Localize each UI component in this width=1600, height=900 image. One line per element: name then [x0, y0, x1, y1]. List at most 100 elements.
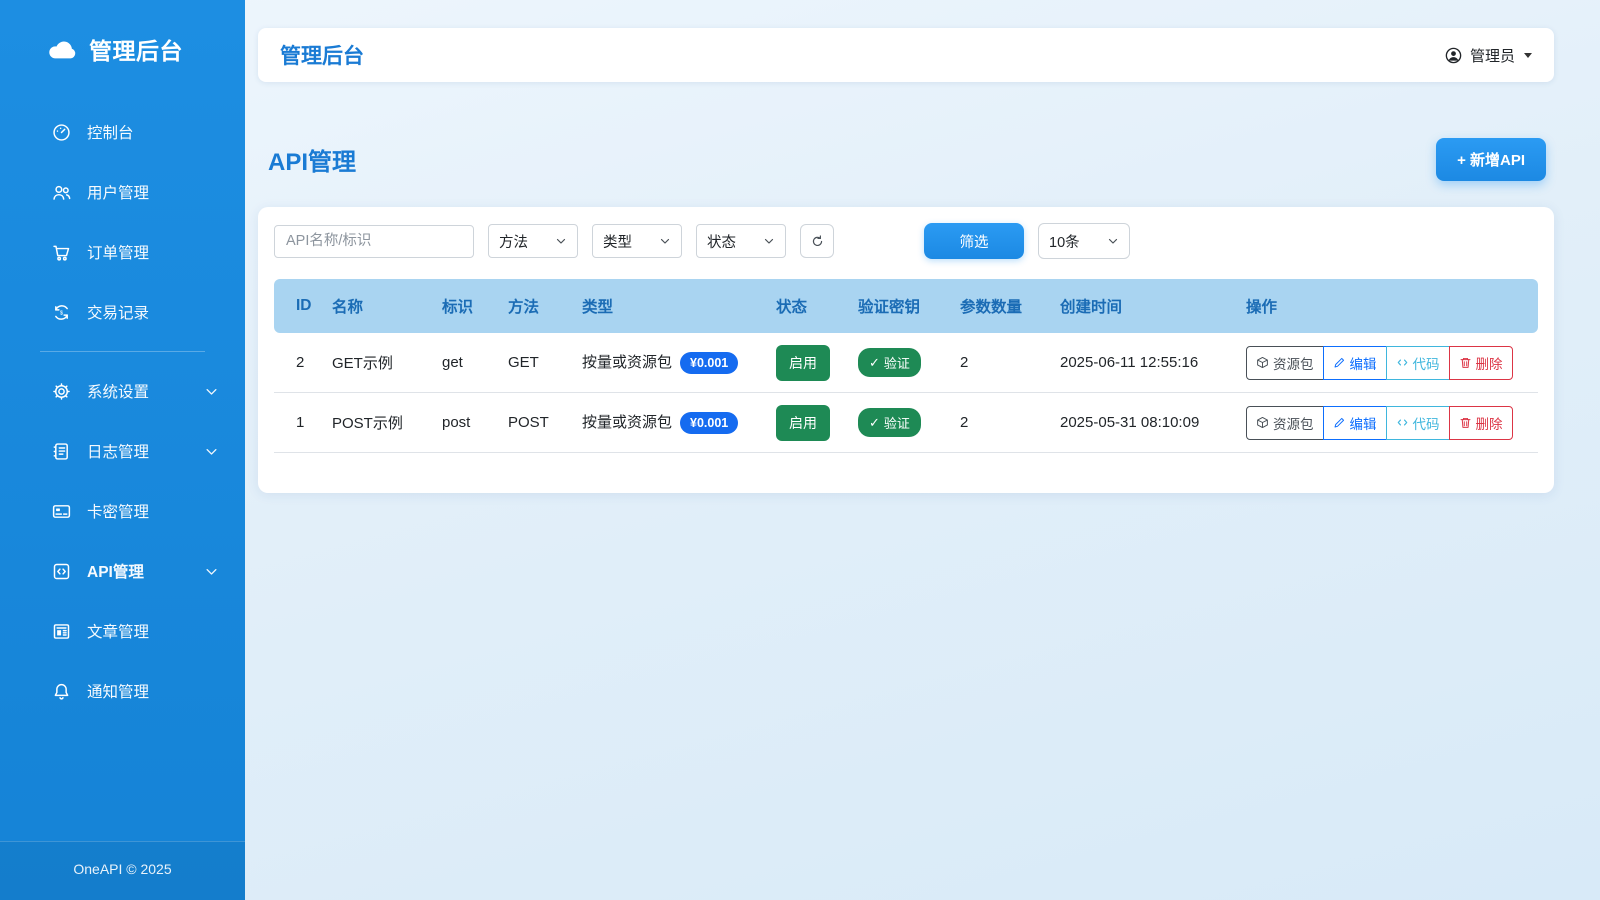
col-header-status: 状态 [768, 279, 850, 333]
user-menu[interactable]: 管理员 [1444, 45, 1532, 66]
sidebar-divider [40, 351, 205, 352]
cell-params: 2 [952, 333, 1052, 393]
sidebar-footer: OneAPI © 2025 [0, 841, 245, 900]
cell-params: 2 [952, 393, 1052, 453]
sidebar-item-label: 系统设置 [87, 380, 149, 402]
sidebar-item-label: 卡密管理 [87, 500, 149, 522]
cell-name: POST示例 [324, 393, 434, 453]
code-button[interactable]: 代码 [1386, 406, 1450, 440]
sidebar-item-users[interactable]: 用户管理 [0, 162, 245, 222]
sidebar-item-logs[interactable]: 日志管理 [0, 421, 245, 481]
refresh-button[interactable] [800, 224, 834, 258]
box-icon [1256, 356, 1269, 369]
cell-slug: post [434, 393, 500, 453]
type-select-value: 类型 [603, 231, 632, 252]
topbar-title: 管理后台 [280, 40, 364, 70]
pencil-icon [1333, 416, 1346, 429]
sidebar-item-api[interactable]: API管理 [0, 541, 245, 601]
col-header-id: ID [274, 279, 324, 333]
chevron-down-icon [204, 564, 219, 579]
code-label: 代码 [1413, 353, 1440, 373]
col-header-name: 名称 [324, 279, 434, 333]
refresh-icon [810, 234, 825, 249]
verify-label: 验证 [884, 353, 910, 372]
col-header-params: 参数数量 [952, 279, 1052, 333]
sidebar-item-transactions[interactable]: $ 交易记录 [0, 282, 245, 342]
edit-button[interactable]: 编辑 [1323, 406, 1387, 440]
table-row: 2 GET示例 get GET 按量或资源包¥0.001 启用 ✓验证 2 20… [274, 333, 1538, 393]
svg-text:$: $ [59, 310, 63, 316]
filter-button[interactable]: 筛选 [924, 223, 1024, 259]
cell-type: 按量或资源包 ¥0.001 [574, 393, 768, 453]
add-api-button[interactable]: + 新增API [1436, 138, 1546, 181]
package-button[interactable]: 资源包 [1246, 406, 1324, 440]
table-row: 1 POST示例 post POST 按量或资源包¥0.001 启用 ✓验证 2… [274, 393, 1538, 453]
chevron-down-icon [555, 235, 567, 247]
main-area: 管理后台 管理员 API管理 + 新增API 方法 类型 状态 [245, 0, 1600, 900]
delete-button[interactable]: 删除 [1449, 346, 1513, 380]
cell-id: 2 [274, 333, 324, 393]
content-card: 方法 类型 状态 筛选 10条 [258, 207, 1554, 493]
topbar: 管理后台 管理员 [258, 28, 1554, 82]
sidebar-item-label: 订单管理 [87, 241, 149, 263]
price-badge: ¥0.001 [680, 412, 738, 434]
package-button[interactable]: 资源包 [1246, 346, 1324, 380]
page-size-select[interactable]: 10条 [1038, 223, 1130, 259]
cell-created: 2025-06-11 12:55:16 [1052, 333, 1238, 393]
delete-label: 删除 [1476, 413, 1503, 433]
edit-label: 编辑 [1350, 353, 1377, 373]
article-icon [50, 620, 72, 642]
code-icon [1396, 416, 1409, 429]
cell-name: GET示例 [324, 333, 434, 393]
sidebar-item-label: 通知管理 [87, 680, 149, 702]
gear-icon [50, 380, 72, 402]
col-header-slug: 标识 [434, 279, 500, 333]
sidebar-item-dashboard[interactable]: 控制台 [0, 102, 245, 162]
status-select[interactable]: 状态 [696, 224, 786, 258]
cell-id: 1 [274, 393, 324, 453]
brand-title: 管理后台 [89, 32, 183, 66]
sidebar-item-cards[interactable]: 卡密管理 [0, 481, 245, 541]
status-badge[interactable]: 启用 [776, 405, 830, 441]
trash-icon [1459, 416, 1472, 429]
delete-button[interactable]: 删除 [1449, 406, 1513, 440]
delete-label: 删除 [1476, 353, 1503, 373]
app-logo: 管理后台 [0, 0, 245, 82]
cloud-logo-icon [44, 33, 80, 65]
col-header-actions: 操作 [1238, 279, 1538, 333]
cell-actions: 资源包 编辑 代码 删 [1238, 393, 1538, 453]
code-icon [1396, 356, 1409, 369]
sidebar-item-orders[interactable]: 订单管理 [0, 222, 245, 282]
method-select[interactable]: 方法 [488, 224, 578, 258]
users-icon [50, 181, 72, 203]
sidebar-item-notifications[interactable]: 通知管理 [0, 661, 245, 721]
cell-created: 2025-05-31 08:10:09 [1052, 393, 1238, 453]
col-header-type: 类型 [574, 279, 768, 333]
trash-icon [1459, 356, 1472, 369]
verify-badge[interactable]: ✓验证 [858, 348, 921, 377]
type-select[interactable]: 类型 [592, 224, 682, 258]
transaction-icon: $ [50, 301, 72, 323]
code-button[interactable]: 代码 [1386, 346, 1450, 380]
sidebar-item-label: 文章管理 [87, 620, 149, 642]
sidebar-item-label: 控制台 [87, 121, 134, 143]
package-label: 资源包 [1273, 353, 1314, 373]
page-title: API管理 [268, 142, 356, 177]
search-input[interactable] [274, 225, 474, 258]
sidebar-item-settings[interactable]: 系统设置 [0, 361, 245, 421]
filter-bar: 方法 类型 状态 筛选 10条 [274, 223, 1538, 259]
type-label: 按量或资源包 [582, 414, 672, 431]
cell-status: 启用 [768, 393, 850, 453]
sidebar-item-label: API管理 [87, 560, 144, 582]
code-label: 代码 [1413, 413, 1440, 433]
sidebar-item-label: 交易记录 [87, 301, 149, 323]
row-actions: 资源包 编辑 代码 删 [1246, 406, 1513, 440]
sidebar-item-articles[interactable]: 文章管理 [0, 601, 245, 661]
chevron-down-icon [204, 444, 219, 459]
status-badge[interactable]: 启用 [776, 345, 830, 381]
col-header-created: 创建时间 [1052, 279, 1238, 333]
price-badge: ¥0.001 [680, 352, 738, 374]
edit-label: 编辑 [1350, 413, 1377, 433]
edit-button[interactable]: 编辑 [1323, 346, 1387, 380]
verify-badge[interactable]: ✓验证 [858, 408, 921, 437]
